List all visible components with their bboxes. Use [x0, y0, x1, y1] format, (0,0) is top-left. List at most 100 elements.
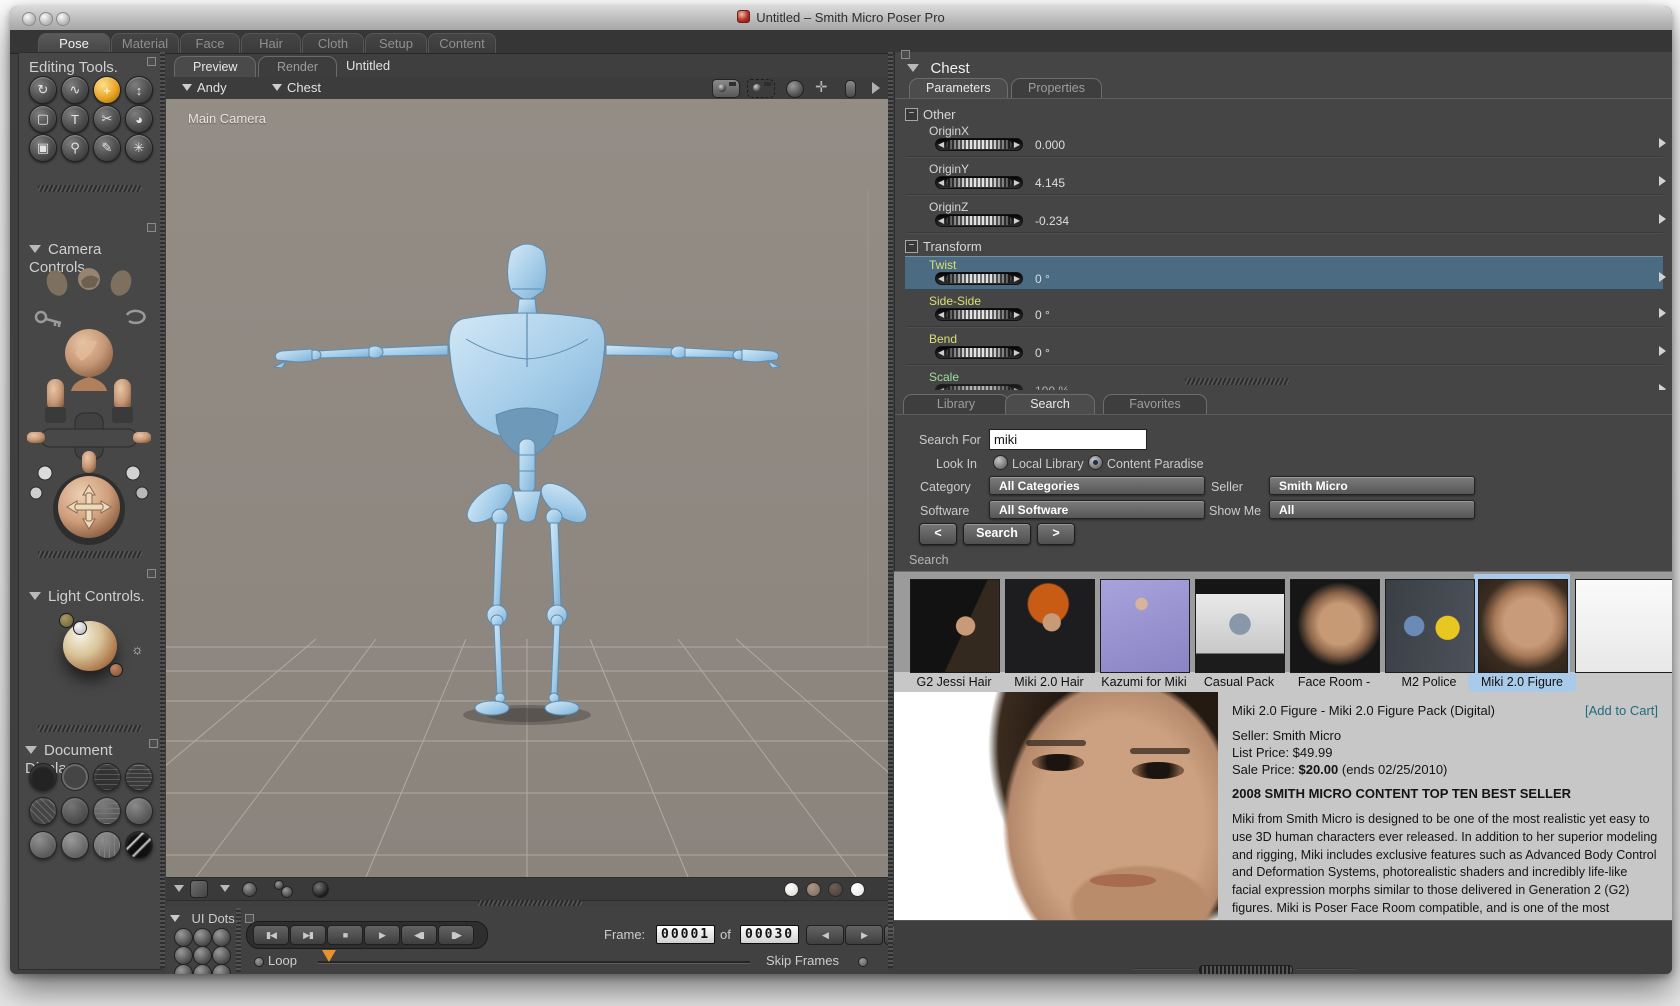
- camera-select-dot-icon[interactable]: [37, 465, 53, 481]
- skip-frames-indicator-icon[interactable]: [858, 957, 868, 967]
- scale-dial[interactable]: ◀ ▶: [935, 384, 1023, 390]
- software-dropdown[interactable]: All Software: [989, 500, 1205, 519]
- prev-page-button[interactable]: <: [919, 523, 957, 545]
- left-hand-control-icon[interactable]: [45, 379, 66, 423]
- result-thumb-partial[interactable]: [1575, 579, 1672, 673]
- tab-cloth[interactable]: Cloth: [302, 33, 364, 53]
- param-menu-arrow-icon[interactable]: [1659, 346, 1666, 356]
- light-sphere-control[interactable]: [63, 621, 117, 671]
- ui-dot-6[interactable]: [212, 946, 231, 965]
- display-mode-smooth-shaded-icon[interactable]: [29, 831, 57, 859]
- morphing-tool-icon[interactable]: ✎: [93, 134, 121, 162]
- tab-render[interactable]: Render: [258, 56, 337, 77]
- result-thumb-casual-pack[interactable]: [1195, 579, 1285, 673]
- 3d-viewport[interactable]: Main Camera: [166, 99, 888, 877]
- taper-tool-icon[interactable]: T: [61, 105, 89, 133]
- result-thumb-miki-20-hair[interactable]: [1005, 579, 1095, 673]
- ui-dots-header[interactable]: UI Dots.: [170, 910, 254, 928]
- light-indicator-icon[interactable]: [109, 663, 123, 677]
- result-thumb-g2-jessi-hair[interactable]: [910, 579, 1000, 673]
- scale-tool-icon[interactable]: ▢: [29, 105, 57, 133]
- bend-dial[interactable]: ◀ ▶: [935, 346, 1023, 359]
- section-divider[interactable]: [38, 185, 142, 192]
- light-indicator-icon[interactable]: [59, 613, 74, 628]
- current-frame-counter[interactable]: 00001: [656, 925, 716, 944]
- tab-favorites[interactable]: Favorites: [1103, 394, 1207, 414]
- title-bar[interactable]: Untitled – Smith Micro Poser Pro: [10, 6, 1672, 31]
- camera-select-dot-icon[interactable]: [29, 486, 43, 500]
- param-menu-arrow-icon[interactable]: [1659, 308, 1666, 318]
- tab-preview[interactable]: Preview: [174, 56, 257, 77]
- panel-resize-handle[interactable]: [888, 52, 893, 968]
- key-icon[interactable]: [34, 310, 62, 327]
- light-indicator-icon[interactable]: [73, 621, 87, 635]
- tab-library[interactable]: Library: [903, 394, 1009, 414]
- timeline-marker[interactable]: [322, 950, 336, 962]
- display-mode-wireframe-icon[interactable]: [93, 763, 121, 791]
- sun-icon[interactable]: ☼: [131, 641, 144, 657]
- twist-dial[interactable]: ◀ ▶: [935, 272, 1023, 285]
- multi-ball-icon[interactable]: [281, 886, 293, 898]
- dropdown-triangle-icon[interactable]: [220, 885, 230, 892]
- head-camera-icon[interactable]: [65, 329, 113, 391]
- grouping-tool-icon[interactable]: ▣: [29, 134, 57, 162]
- display-mode-hidden-line-icon[interactable]: [125, 763, 153, 791]
- originz-dial[interactable]: ◀ ▶: [935, 214, 1023, 227]
- ui-dot-4[interactable]: [174, 946, 193, 965]
- params-collapse-icon[interactable]: [901, 50, 910, 59]
- step-forward-button[interactable]: ▮▶: [438, 925, 474, 945]
- display-mode-smooth-lined-icon[interactable]: [61, 831, 89, 859]
- twist-tool-icon[interactable]: ∿: [61, 76, 89, 104]
- param-menu-arrow-icon[interactable]: [1659, 384, 1666, 390]
- page-dot-icon[interactable]: [806, 882, 821, 897]
- group-collapse-other[interactable]: −: [905, 108, 918, 121]
- toolbar-expand-arrow-icon[interactable]: [872, 82, 880, 94]
- originy-dial[interactable]: ◀ ▶: [935, 176, 1023, 189]
- color-tool-icon[interactable]: ◕: [125, 105, 153, 133]
- page-dot-icon[interactable]: [784, 882, 799, 897]
- search-input[interactable]: [989, 429, 1147, 450]
- light-controls-header[interactable]: Light Controls.: [29, 588, 145, 606]
- ui-dot-3[interactable]: [212, 928, 231, 947]
- ui-dot-5[interactable]: [193, 946, 212, 965]
- param-menu-arrow-icon[interactable]: [1659, 272, 1666, 282]
- camera-view-icon[interactable]: [712, 79, 740, 98]
- camera-controls-collapse-icon[interactable]: [147, 223, 156, 232]
- ui-dot-1[interactable]: [174, 928, 193, 947]
- display-mode-cartoon-icon[interactable]: [125, 797, 153, 825]
- play-button[interactable]: ▶: [364, 925, 400, 945]
- view-magnifier-tool-icon[interactable]: ⚲: [61, 134, 89, 162]
- display-mode-texture-shaded-icon[interactable]: [93, 831, 121, 859]
- dropdown-triangle-icon[interactable]: [174, 885, 184, 892]
- result-thumb-kazumi-for-miki[interactable]: [1100, 579, 1190, 673]
- tab-setup[interactable]: Setup: [365, 33, 427, 53]
- originx-dial[interactable]: ◀ ▶: [935, 138, 1023, 151]
- section-divider[interactable]: [38, 725, 142, 732]
- right-hand-control-icon[interactable]: [112, 379, 133, 423]
- camera-dolly-cross-icon[interactable]: [27, 412, 151, 473]
- param-menu-arrow-icon[interactable]: [1659, 176, 1666, 186]
- document-display-collapse-icon[interactable]: [149, 739, 158, 748]
- next-page-button[interactable]: >: [1037, 523, 1075, 545]
- result-thumb-face-room[interactable]: [1290, 579, 1380, 673]
- tab-content[interactable]: Content: [428, 33, 496, 53]
- display-mode-silhouette-icon[interactable]: [29, 763, 57, 791]
- capsule-handle-icon[interactable]: [845, 80, 856, 98]
- page-dot-icon[interactable]: [850, 882, 865, 897]
- step-back-button[interactable]: ◀▮: [401, 925, 437, 945]
- tab-material[interactable]: Material: [111, 33, 179, 53]
- local-library-radio[interactable]: [993, 455, 1008, 470]
- rotate-camera-icon[interactable]: [125, 309, 146, 325]
- search-button[interactable]: Search: [963, 523, 1031, 545]
- side-side-dial[interactable]: ◀ ▶: [935, 308, 1023, 321]
- depth-cue-ball-icon[interactable]: [312, 881, 329, 898]
- left-hand-camera-icon[interactable]: [43, 267, 71, 298]
- camera-select-dot-icon[interactable]: [125, 465, 141, 481]
- param-menu-arrow-icon[interactable]: [1659, 214, 1666, 224]
- trackball-icon[interactable]: [786, 80, 804, 98]
- section-divider[interactable]: [38, 551, 142, 558]
- page-dot-icon[interactable]: [828, 882, 843, 897]
- display-mode-outline-icon[interactable]: [61, 763, 89, 791]
- timeline-slider[interactable]: [318, 961, 750, 963]
- ui-dot-2[interactable]: [193, 928, 212, 947]
